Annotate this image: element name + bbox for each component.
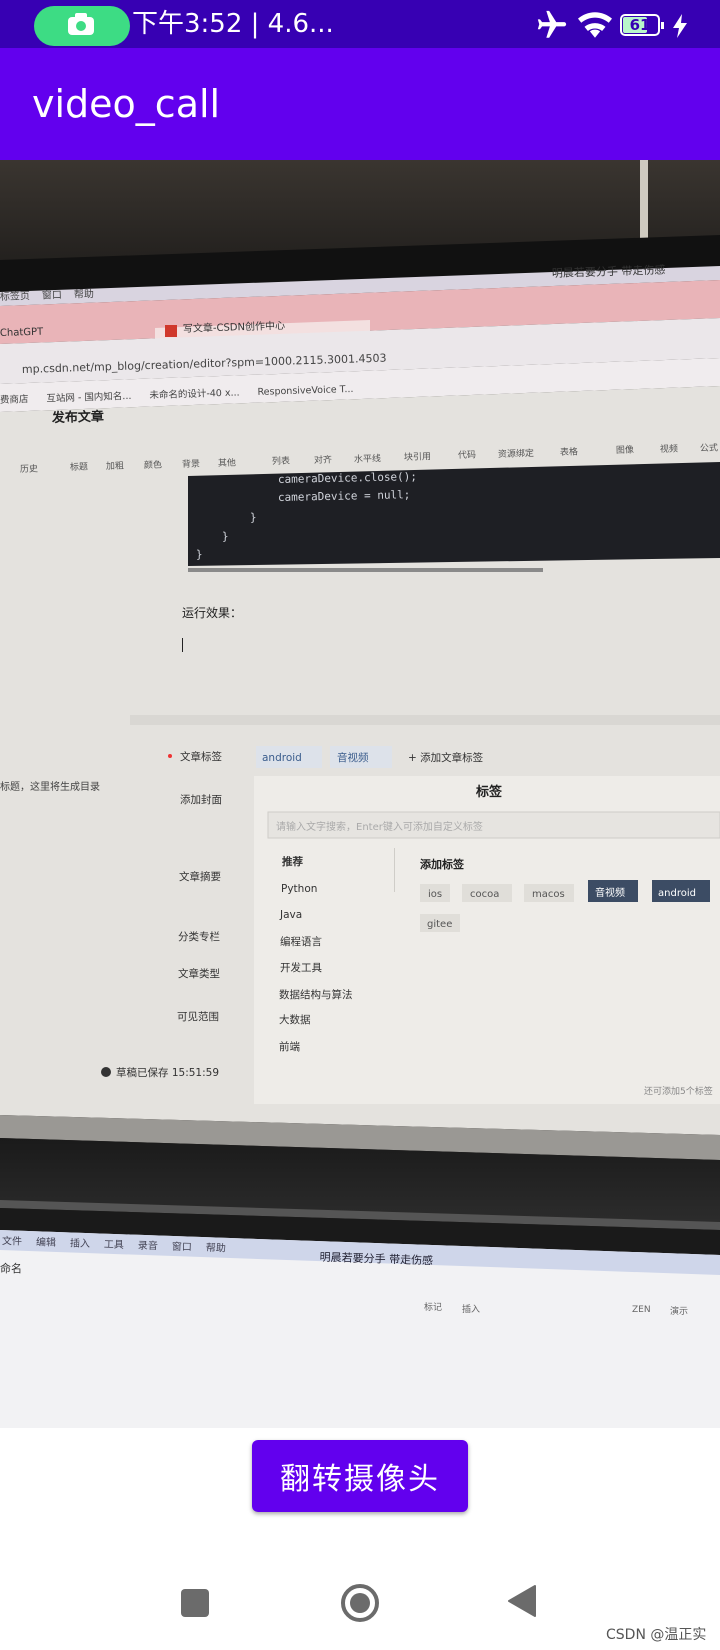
camera-feed: 标签页 窗口 帮助 明晨若要分手 带走伤感 ChatGPT 写文章-CSDN创作中心… bbox=[0, 160, 720, 1428]
tag-chip-audio-video: 音视频 bbox=[337, 751, 369, 764]
app-title: video_call bbox=[32, 82, 221, 126]
editor-title: 发布文章 bbox=[51, 409, 104, 426]
svg-text:代码: 代码 bbox=[458, 450, 476, 461]
svg-text:音视频: 音视频 bbox=[595, 886, 625, 899]
svg-text:}: } bbox=[222, 530, 229, 543]
screen-recording-indicator[interactable] bbox=[34, 6, 130, 46]
svg-text:Python: Python bbox=[281, 883, 317, 895]
svg-text:加粗: 加粗 bbox=[106, 460, 124, 472]
wifi-icon bbox=[578, 12, 612, 38]
svg-text:标题: 标题 bbox=[70, 461, 88, 473]
svg-text:块引用: 块引用 bbox=[404, 450, 431, 463]
svg-text:编程语言: 编程语言 bbox=[280, 935, 322, 948]
draft-saved-status: 草稿已保存 15:51:59 bbox=[116, 1066, 219, 1079]
svg-text:cameraDevice = null;: cameraDevice = null; bbox=[278, 488, 411, 504]
flip-camera-button[interactable]: 翻转摄像头 bbox=[252, 1440, 468, 1512]
camera-preview: 标签页 窗口 帮助 明晨若要分手 带走伤感 ChatGPT 写文章-CSDN创作中心… bbox=[0, 160, 720, 1428]
run-result-label: 运行效果： bbox=[182, 605, 242, 620]
svg-text:android: android bbox=[658, 888, 696, 899]
toc-hint: 标题，这里将生成目录 bbox=[0, 780, 100, 793]
tag-panel-title: 标签 bbox=[475, 784, 503, 800]
svg-text:资源绑定: 资源绑定 bbox=[498, 447, 534, 460]
svg-text:窗口: 窗口 bbox=[172, 1240, 192, 1254]
app-bar: video_call bbox=[0, 48, 720, 160]
svg-text:列表: 列表 bbox=[272, 455, 290, 467]
svg-text:添加封面: 添加封面 bbox=[180, 793, 222, 806]
svg-text:开发工具: 开发工具 bbox=[280, 961, 322, 974]
recents-button[interactable] bbox=[181, 1589, 209, 1617]
back-button[interactable] bbox=[507, 1584, 537, 1618]
tag-panel-footer: 还可添加5个标签 bbox=[644, 1085, 713, 1097]
airplane-icon bbox=[537, 10, 567, 38]
svg-text:帮助: 帮助 bbox=[206, 1241, 226, 1255]
status-time: 下午3:52 | 4.6... bbox=[132, 9, 334, 39]
watermark: CSDN @温正实 bbox=[606, 1627, 707, 1643]
tab-chatgpt: ChatGPT bbox=[0, 327, 44, 339]
svg-text:其他: 其他 bbox=[218, 457, 236, 469]
battery-level: 61 bbox=[629, 16, 651, 34]
svg-text:对齐: 对齐 bbox=[314, 454, 332, 466]
svg-text:分类专栏: 分类专栏 bbox=[178, 930, 220, 943]
svg-text:插入: 插入 bbox=[462, 1303, 480, 1315]
svg-text:文章类型: 文章类型 bbox=[178, 967, 220, 980]
svg-text:背景: 背景 bbox=[182, 458, 200, 470]
svg-text:编辑: 编辑 bbox=[36, 1235, 56, 1249]
home-button[interactable] bbox=[340, 1583, 380, 1623]
camera-icon bbox=[68, 13, 94, 35]
svg-text:大数据: 大数据 bbox=[279, 1013, 311, 1026]
svg-text:演示: 演示 bbox=[670, 1305, 688, 1317]
add-tag-link: + 添加文章标签 bbox=[408, 751, 484, 764]
svg-text:gitee: gitee bbox=[427, 919, 452, 930]
svg-text:图像: 图像 bbox=[616, 444, 634, 456]
svg-text:可见范围: 可见范围 bbox=[177, 1010, 219, 1023]
status-bar: 下午3:52 | 4.6... 61 bbox=[0, 0, 720, 48]
svg-text:水平线: 水平线 bbox=[354, 452, 381, 465]
svg-text:ZEN: ZEN bbox=[632, 1305, 651, 1315]
svg-text:工具: 工具 bbox=[104, 1238, 124, 1251]
svg-text:ios: ios bbox=[428, 889, 442, 900]
svg-text:历史: 历史 bbox=[20, 463, 38, 475]
second-screen-title: 命名 bbox=[0, 1261, 22, 1275]
svg-text:录音: 录音 bbox=[138, 1239, 158, 1253]
svg-text:cocoa: cocoa bbox=[470, 889, 499, 900]
battery-icon: 61 bbox=[620, 14, 664, 36]
tag-search-input: 请输入文字搜索，Enter键入可添加自定义标签 bbox=[276, 820, 483, 833]
svg-text:前端: 前端 bbox=[279, 1040, 300, 1053]
svg-text:公式: 公式 bbox=[700, 442, 718, 454]
svg-text:Java: Java bbox=[279, 909, 302, 921]
svg-text:文章标签: 文章标签 bbox=[180, 750, 222, 763]
tag-chip-android: android bbox=[262, 752, 302, 764]
svg-text:视频: 视频 bbox=[660, 443, 678, 455]
svg-text:标记: 标记 bbox=[424, 1301, 442, 1313]
svg-text:插入: 插入 bbox=[70, 1236, 90, 1250]
svg-text:数据结构与算法: 数据结构与算法 bbox=[279, 988, 353, 1001]
svg-text:文章摘要: 文章摘要 bbox=[179, 870, 221, 883]
svg-text:macos: macos bbox=[532, 889, 565, 900]
svg-text:}: } bbox=[196, 548, 203, 561]
svg-text:推荐: 推荐 bbox=[282, 855, 303, 868]
svg-text:}: } bbox=[250, 511, 257, 524]
charging-icon bbox=[673, 14, 687, 38]
svg-text:表格: 表格 bbox=[560, 446, 578, 458]
svg-text:颜色: 颜色 bbox=[144, 459, 162, 471]
svg-text:文件: 文件 bbox=[2, 1234, 22, 1248]
add-tag-title: 添加标签 bbox=[420, 857, 465, 871]
